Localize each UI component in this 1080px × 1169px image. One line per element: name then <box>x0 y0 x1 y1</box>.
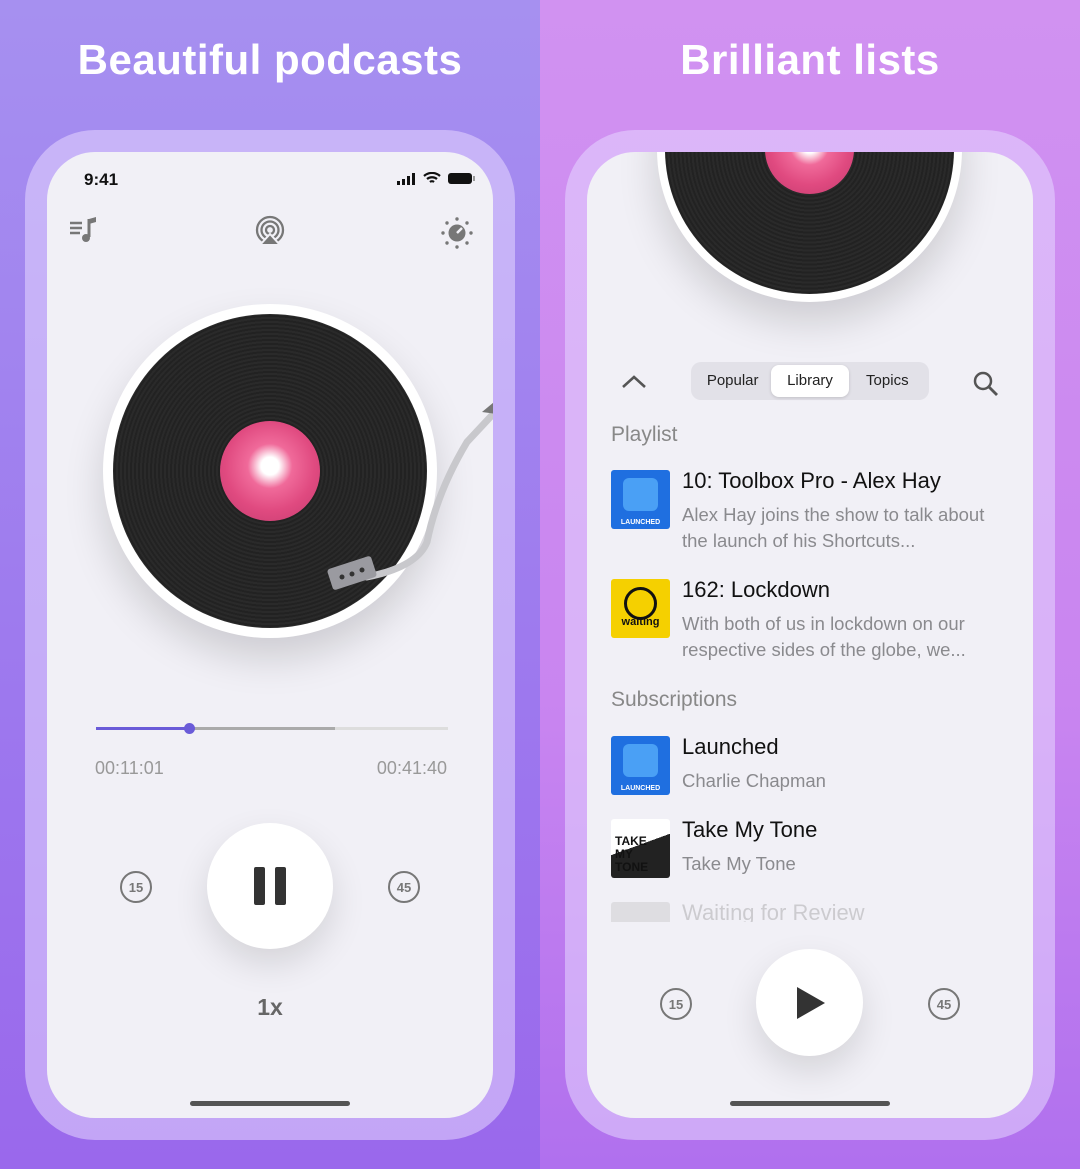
progress-slider[interactable] <box>96 723 448 734</box>
skip-forward-label: 45 <box>936 996 952 1012</box>
status-time: 9:41 <box>84 170 119 189</box>
headline: Beautiful podcasts <box>77 36 463 83</box>
skip-back-button[interactable]: 15 <box>660 988 692 1020</box>
episode-description: With both of us in lockdown on our respe… <box>682 613 966 660</box>
duration-time: 00:41:40 <box>376 758 447 778</box>
skip-forward-button[interactable]: 45 <box>928 988 960 1020</box>
episode-title: 10: Toolbox Pro - Alex Hay <box>682 468 941 493</box>
skip-back-button[interactable]: 15 <box>120 871 152 903</box>
library-screen: Popular Library Topics Playlist LAUNCHED… <box>587 152 1033 1118</box>
phone-frame: Popular Library Topics Playlist LAUNCHED… <box>565 130 1055 1140</box>
headline: Brilliant lists <box>680 36 940 83</box>
episode-description: Alex Hay joins the show to talk about th… <box>682 504 985 551</box>
pause-icon <box>254 867 286 905</box>
sleep-timer-dial-icon[interactable] <box>440 216 474 250</box>
skip-back-label: 15 <box>668 996 684 1012</box>
right-panel: Brilliant lists Popular Library Topics P… <box>540 0 1080 1169</box>
home-indicator <box>190 1101 350 1106</box>
podcast-artwork <box>611 902 670 922</box>
skip-forward-label: 45 <box>396 879 412 895</box>
played-bar <box>96 727 189 730</box>
home-indicator <box>730 1101 890 1106</box>
player-screen: 9:41 00:11:01 00:41:40 15 45 1x <box>47 152 493 1118</box>
list-item[interactable]: TAKE MY TONE Take My Tone Take My Tone <box>611 817 1011 879</box>
podcast-author: Charlie Chapman <box>682 770 826 791</box>
podcast-artwork: LAUNCHED <box>611 470 670 529</box>
wifi-icon <box>423 172 441 183</box>
chevron-up-icon[interactable] <box>621 374 647 390</box>
play-button[interactable] <box>756 949 863 1056</box>
vinyl-record <box>665 152 954 294</box>
list-item[interactable]: Waiting for Review <box>611 902 1011 922</box>
section-subscriptions: Subscriptions <box>611 688 738 711</box>
list-item[interactable]: LAUNCHED Launched Charlie Chapman <box>611 734 1011 796</box>
section-playlist: Playlist <box>611 423 678 446</box>
signal-icon <box>397 172 415 185</box>
elapsed-time: 00:11:01 <box>95 758 164 778</box>
list-item[interactable]: waiting 162: Lockdown With both of us in… <box>611 577 1011 660</box>
status-icons <box>397 172 475 185</box>
phone-frame: 9:41 00:11:01 00:41:40 15 45 1x <box>25 130 515 1140</box>
tab-library[interactable]: Library <box>771 365 849 397</box>
podcast-title: Waiting for Review <box>682 902 865 922</box>
podcast-author: Take My Tone <box>682 853 796 874</box>
album-art <box>765 152 854 194</box>
podcast-title: Launched <box>682 734 779 759</box>
battery-icon <box>448 173 475 184</box>
turntable-platter <box>657 152 962 302</box>
left-panel: Beautiful podcasts 9:41 00:11:01 00:41:4… <box>0 0 540 1169</box>
playback-speed-button[interactable]: 1x <box>47 994 493 1021</box>
music-queue-icon[interactable] <box>69 216 99 246</box>
skip-forward-button[interactable]: 45 <box>388 871 420 903</box>
album-art <box>220 421 320 521</box>
skip-back-label: 15 <box>128 879 144 895</box>
podcast-artwork: LAUNCHED <box>611 736 670 795</box>
search-icon[interactable] <box>972 370 1000 398</box>
library-segmented-control: Popular Library Topics <box>691 362 929 400</box>
pause-button[interactable] <box>207 823 333 949</box>
podcast-artwork: TAKE MY TONE <box>611 819 670 878</box>
podcast-title: Take My Tone <box>682 817 818 842</box>
episode-title: 162: Lockdown <box>682 577 830 602</box>
tab-topics[interactable]: Topics <box>849 365 926 397</box>
airplay-icon[interactable] <box>254 215 286 247</box>
scrubber-handle[interactable] <box>183 723 195 734</box>
podcast-artwork: waiting <box>611 579 670 638</box>
tonearm <box>327 402 493 590</box>
play-icon <box>796 986 825 1019</box>
list-item[interactable]: LAUNCHED 10: Toolbox Pro - Alex Hay Alex… <box>611 468 1011 551</box>
tab-popular[interactable]: Popular <box>694 365 771 397</box>
